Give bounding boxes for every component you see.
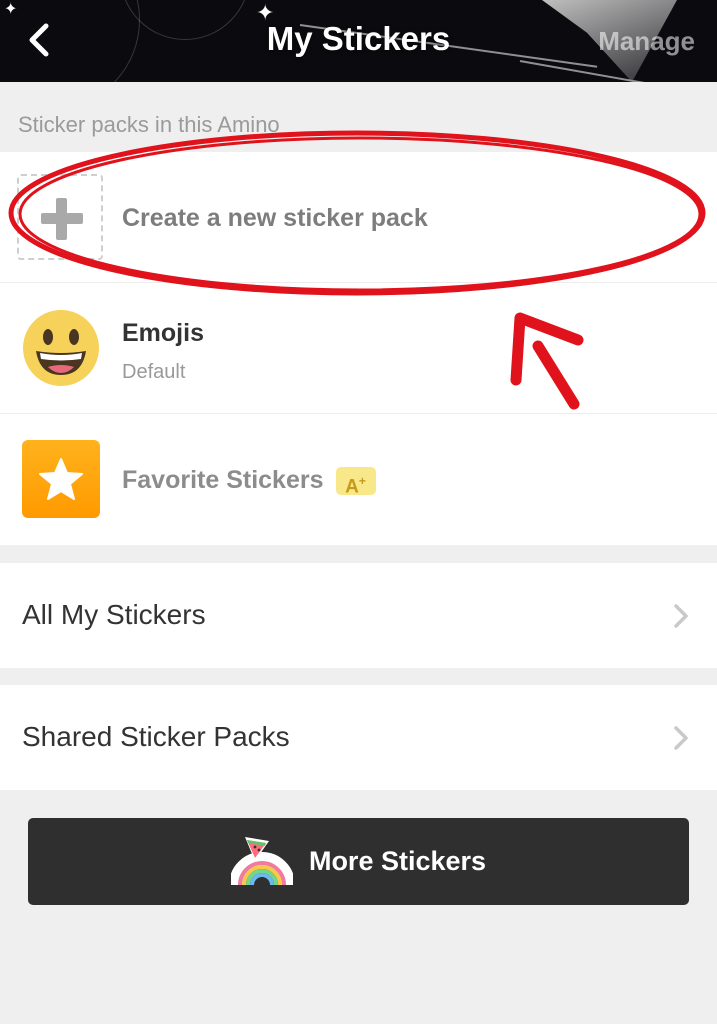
star-icon bbox=[22, 440, 100, 518]
sticker-pack-emojis[interactable]: Emojis Default bbox=[0, 283, 717, 414]
pack-title: Emojis bbox=[122, 319, 204, 347]
create-sticker-pack-item[interactable]: Create a new sticker pack bbox=[0, 152, 717, 283]
chevron-right-icon bbox=[674, 726, 688, 750]
pack-title-text: Favorite Stickers bbox=[122, 466, 324, 494]
top-bar: ✦ ✦ My Stickers Manage bbox=[0, 0, 717, 82]
more-stickers-label: More Stickers bbox=[308, 846, 487, 876]
section-label: Sticker packs in this Amino bbox=[18, 112, 280, 137]
nav-label: All My Stickers bbox=[22, 599, 206, 630]
pack-subtitle: Default bbox=[122, 361, 186, 383]
amino-plus-icon: A+ bbox=[335, 467, 376, 498]
manage-button[interactable]: Manage bbox=[598, 26, 695, 57]
shared-sticker-packs-row[interactable]: Shared Sticker Packs bbox=[0, 685, 717, 790]
grinning-face-icon bbox=[23, 310, 99, 386]
pack-title: Favorite Stickers A+ bbox=[122, 466, 376, 498]
nav-label: Shared Sticker Packs bbox=[22, 721, 290, 752]
rainbow-watermelon-sticker-icon bbox=[230, 836, 293, 886]
chevron-right-icon bbox=[674, 604, 688, 628]
more-stickers-button[interactable]: More Stickers bbox=[28, 818, 689, 905]
pack-title: Create a new sticker pack bbox=[122, 204, 428, 232]
all-my-stickers-row[interactable]: All My Stickers bbox=[0, 563, 717, 668]
sparkle-icon: ✦ bbox=[4, 1, 18, 18]
sticker-pack-favorites[interactable]: Favorite Stickers A+ bbox=[0, 414, 717, 545]
sticker-pack-list: Create a new sticker pack Emojis Default… bbox=[0, 152, 717, 545]
plus-icon bbox=[17, 174, 103, 260]
